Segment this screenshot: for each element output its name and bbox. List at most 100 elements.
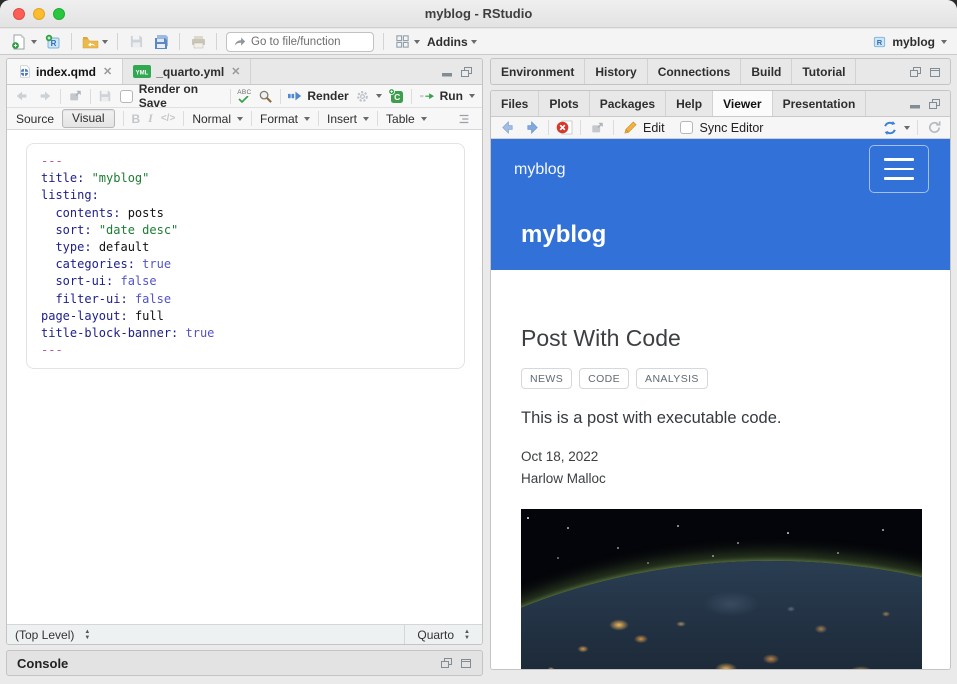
tab-index-qmd[interactable]: index.qmd ✕ — [7, 59, 123, 84]
post-author: Harlow Malloc — [521, 471, 922, 486]
sync-editor-checkbox[interactable] — [680, 121, 693, 134]
tab-viewer[interactable]: Viewer — [713, 90, 772, 116]
minimize-pane-icon[interactable] — [441, 66, 453, 78]
close-window-icon[interactable] — [13, 8, 25, 20]
italic-button[interactable]: I — [148, 111, 153, 126]
console-title: Console — [17, 656, 68, 671]
goto-file-search[interactable] — [226, 32, 374, 52]
workspace-panes-button[interactable] — [393, 33, 420, 51]
yaml-metadata-block[interactable]: ---title: "myblog"listing: contents: pos… — [26, 143, 465, 369]
tab-quarto-yml[interactable]: YML _quarto.yml ✕ — [123, 59, 251, 84]
paragraph-style-dropdown[interactable]: Normal — [192, 112, 243, 126]
tab-tutorial[interactable]: Tutorial — [792, 59, 856, 84]
code-button[interactable]: </> — [161, 113, 175, 124]
pencil-icon — [621, 119, 639, 137]
restore-pane-icon[interactable] — [440, 657, 453, 669]
new-project-button[interactable]: R — [44, 33, 62, 51]
new-file-button[interactable] — [10, 33, 37, 51]
edit-button[interactable]: Edit — [621, 119, 665, 137]
zoom-window-icon[interactable] — [53, 8, 65, 20]
panes-grid-icon — [393, 33, 411, 51]
table-menu-label: Table — [386, 112, 415, 126]
restore-pane-icon[interactable] — [460, 66, 473, 78]
viewer-forward-icon[interactable] — [523, 119, 541, 137]
table-menu[interactable]: Table — [386, 112, 427, 126]
source-editor-pane: index.qmd ✕ YML _quarto.yml ✕ Render on … — [6, 58, 483, 645]
tab-plots[interactable]: Plots — [539, 91, 589, 116]
tab-packages[interactable]: Packages — [590, 91, 666, 116]
post-title: Post With Code — [521, 325, 922, 352]
category-badge[interactable]: NEWS — [521, 368, 572, 389]
blog-post: Post With Code NEWS CODE ANALYSIS This i… — [521, 270, 922, 669]
tab-files[interactable]: Files — [491, 91, 539, 116]
chevron-down-icon — [469, 94, 475, 98]
minimize-pane-icon[interactable] — [909, 98, 921, 110]
open-in-window-icon[interactable] — [588, 119, 606, 137]
outline-icon[interactable] — [455, 110, 473, 128]
hamburger-menu-button[interactable] — [869, 145, 929, 193]
restore-pane-icon[interactable] — [928, 98, 941, 110]
insert-menu[interactable]: Insert — [327, 112, 369, 126]
render-on-save-checkbox[interactable] — [120, 90, 133, 103]
render-button[interactable]: Render — [287, 89, 348, 103]
chevron-down-icon — [102, 40, 108, 44]
category-badge[interactable]: CODE — [579, 368, 629, 389]
tab-build[interactable]: Build — [741, 59, 792, 84]
viewer-sync-button[interactable] — [882, 120, 910, 136]
run-button[interactable]: Run — [418, 89, 475, 103]
refresh-icon[interactable] — [925, 119, 943, 137]
print-button[interactable] — [189, 33, 207, 51]
scope-selector[interactable]: (Top Level) ▲▼ — [15, 628, 90, 642]
open-in-window-icon[interactable] — [67, 87, 84, 105]
post-date: Oct 18, 2022 — [521, 449, 922, 464]
traffic-lights — [13, 8, 65, 20]
maximize-pane-icon[interactable] — [929, 66, 941, 78]
tab-history[interactable]: History — [585, 59, 647, 84]
save-button[interactable] — [127, 33, 145, 51]
tab-connections[interactable]: Connections — [648, 59, 742, 84]
new-file-icon — [10, 33, 28, 51]
tab-label: Plots — [549, 97, 578, 111]
open-folder-icon — [81, 33, 99, 51]
tab-environment[interactable]: Environment — [491, 59, 585, 84]
stop-clear-icon[interactable] — [556, 119, 573, 137]
language-mode-label: Quarto — [417, 628, 454, 642]
visual-mode-button[interactable]: Visual — [62, 109, 114, 128]
chevron-down-icon — [414, 40, 420, 44]
addins-button[interactable]: Addins — [427, 35, 477, 49]
save-icon[interactable] — [97, 87, 114, 105]
tab-presentation[interactable]: Presentation — [773, 91, 867, 116]
forward-icon[interactable] — [37, 87, 54, 105]
open-file-button[interactable] — [81, 33, 108, 51]
viewer-content[interactable]: myblog myblog Post With Code NEWS CODE A… — [491, 139, 950, 669]
navbar-brand-link[interactable]: myblog — [514, 161, 566, 179]
minimize-window-icon[interactable] — [33, 8, 45, 20]
render-settings-button[interactable] — [355, 89, 382, 104]
source-mode-button[interactable]: Source — [16, 112, 54, 126]
format-toolbar: Source Visual B I </> Normal Format Inse… — [7, 108, 482, 130]
format-menu[interactable]: Format — [260, 112, 310, 126]
save-all-button[interactable] — [152, 33, 170, 51]
tab-label: Tutorial — [802, 65, 845, 79]
window-title: myblog - RStudio — [425, 6, 533, 21]
close-icon[interactable]: ✕ — [103, 65, 112, 78]
restore-pane-icon[interactable] — [909, 66, 922, 78]
tab-label: Environment — [501, 65, 574, 79]
language-mode-selector[interactable]: Quarto ▲▼ — [404, 625, 474, 644]
search-icon[interactable] — [257, 87, 274, 105]
close-icon[interactable]: ✕ — [231, 65, 240, 78]
yml-file-icon: YML — [133, 65, 151, 79]
svg-text:R: R — [877, 38, 883, 47]
project-menu-button[interactable]: R myblog — [870, 33, 947, 51]
category-badge[interactable]: ANALYSIS — [636, 368, 708, 389]
maximize-pane-icon[interactable] — [460, 657, 472, 669]
goto-file-input[interactable] — [251, 36, 367, 48]
visual-editor-canvas[interactable]: ---title: "myblog"listing: contents: pos… — [7, 130, 482, 624]
tab-label: Packages — [600, 97, 655, 111]
back-icon[interactable] — [14, 87, 31, 105]
bold-button[interactable]: B — [132, 112, 141, 126]
viewer-back-icon[interactable] — [498, 119, 516, 137]
spellcheck-icon[interactable]: ABC — [237, 90, 251, 103]
tab-help[interactable]: Help — [666, 91, 713, 116]
insert-chunk-icon[interactable]: C — [388, 87, 405, 105]
